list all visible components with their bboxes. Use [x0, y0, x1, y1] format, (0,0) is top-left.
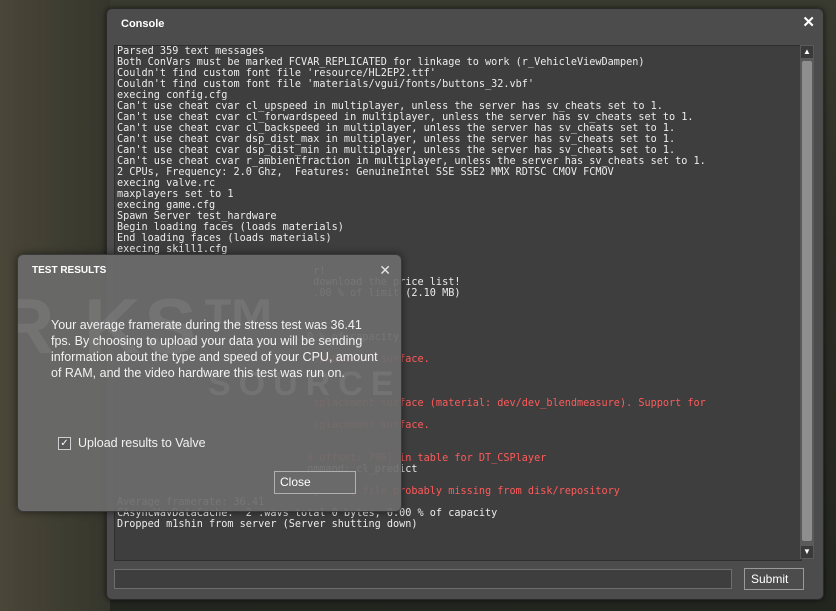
console-line: Can't use cheat cvar dsp_dist_max in mul… — [117, 134, 676, 145]
test-results-dialog: R KS™ SOURCE TEST RESULTS ✕ Your average… — [17, 254, 402, 512]
dialog-close-icon[interactable]: ✕ — [379, 262, 391, 279]
submit-button[interactable]: Submit — [744, 568, 804, 590]
close-button[interactable]: Close — [274, 471, 356, 494]
console-close-icon[interactable]: ✕ — [802, 15, 815, 31]
console-line: Begin loading faces (loads materials) — [117, 222, 344, 233]
console-line: 2 CPUs, Frequency: 2.0 Ghz, Features: Ge… — [117, 167, 614, 178]
console-line: Can't use cheat cvar dsp_dist_min in mul… — [117, 145, 676, 156]
console-line: End loading faces (loads materials) — [117, 233, 332, 244]
console-line: execing game.cfg — [117, 200, 216, 211]
upload-results-option[interactable]: ✓ Upload results to Valve — [58, 436, 206, 450]
console-title: Console — [121, 18, 165, 30]
upload-results-label[interactable]: Upload results to Valve — [78, 436, 206, 450]
console-line: maxplayers set to 1 — [117, 189, 234, 200]
console-line: Parsed 359 text messages — [117, 46, 265, 57]
console-line: Can't use cheat cvar cl_upspeed in multi… — [117, 101, 663, 112]
console-line: Both ConVars must be marked FCVAR_REPLIC… — [117, 57, 645, 68]
scroll-thumb[interactable] — [802, 61, 812, 541]
console-line: Can't use cheat cvar r_ambientfraction i… — [117, 156, 706, 167]
console-line: Couldn't find custom font file 'resource… — [117, 68, 436, 79]
console-command-input[interactable] — [114, 569, 732, 589]
console-line: execing valve.rc — [117, 178, 216, 189]
dialog-message: Your average framerate during the stress… — [51, 318, 378, 380]
upload-results-checkbox[interactable]: ✓ — [58, 436, 71, 450]
dialog-title: TEST RESULTS — [32, 265, 107, 276]
console-line: execing config.cfg — [117, 90, 228, 101]
scroll-up-arrow-icon[interactable]: ▲ — [801, 46, 813, 58]
console-line: Couldn't find custom font file 'material… — [117, 79, 535, 90]
console-scrollbar[interactable]: ▲ ▼ — [800, 45, 814, 559]
console-line: Spawn Server test_hardware — [117, 211, 277, 222]
scroll-down-arrow-icon[interactable]: ▼ — [801, 546, 813, 558]
console-line: Dropped m1shin from server (Server shutt… — [117, 519, 418, 530]
console-line: Can't use cheat cvar cl_backspeed in mul… — [117, 123, 676, 134]
console-line: Can't use cheat cvar cl_forwardspeed in … — [117, 112, 694, 123]
